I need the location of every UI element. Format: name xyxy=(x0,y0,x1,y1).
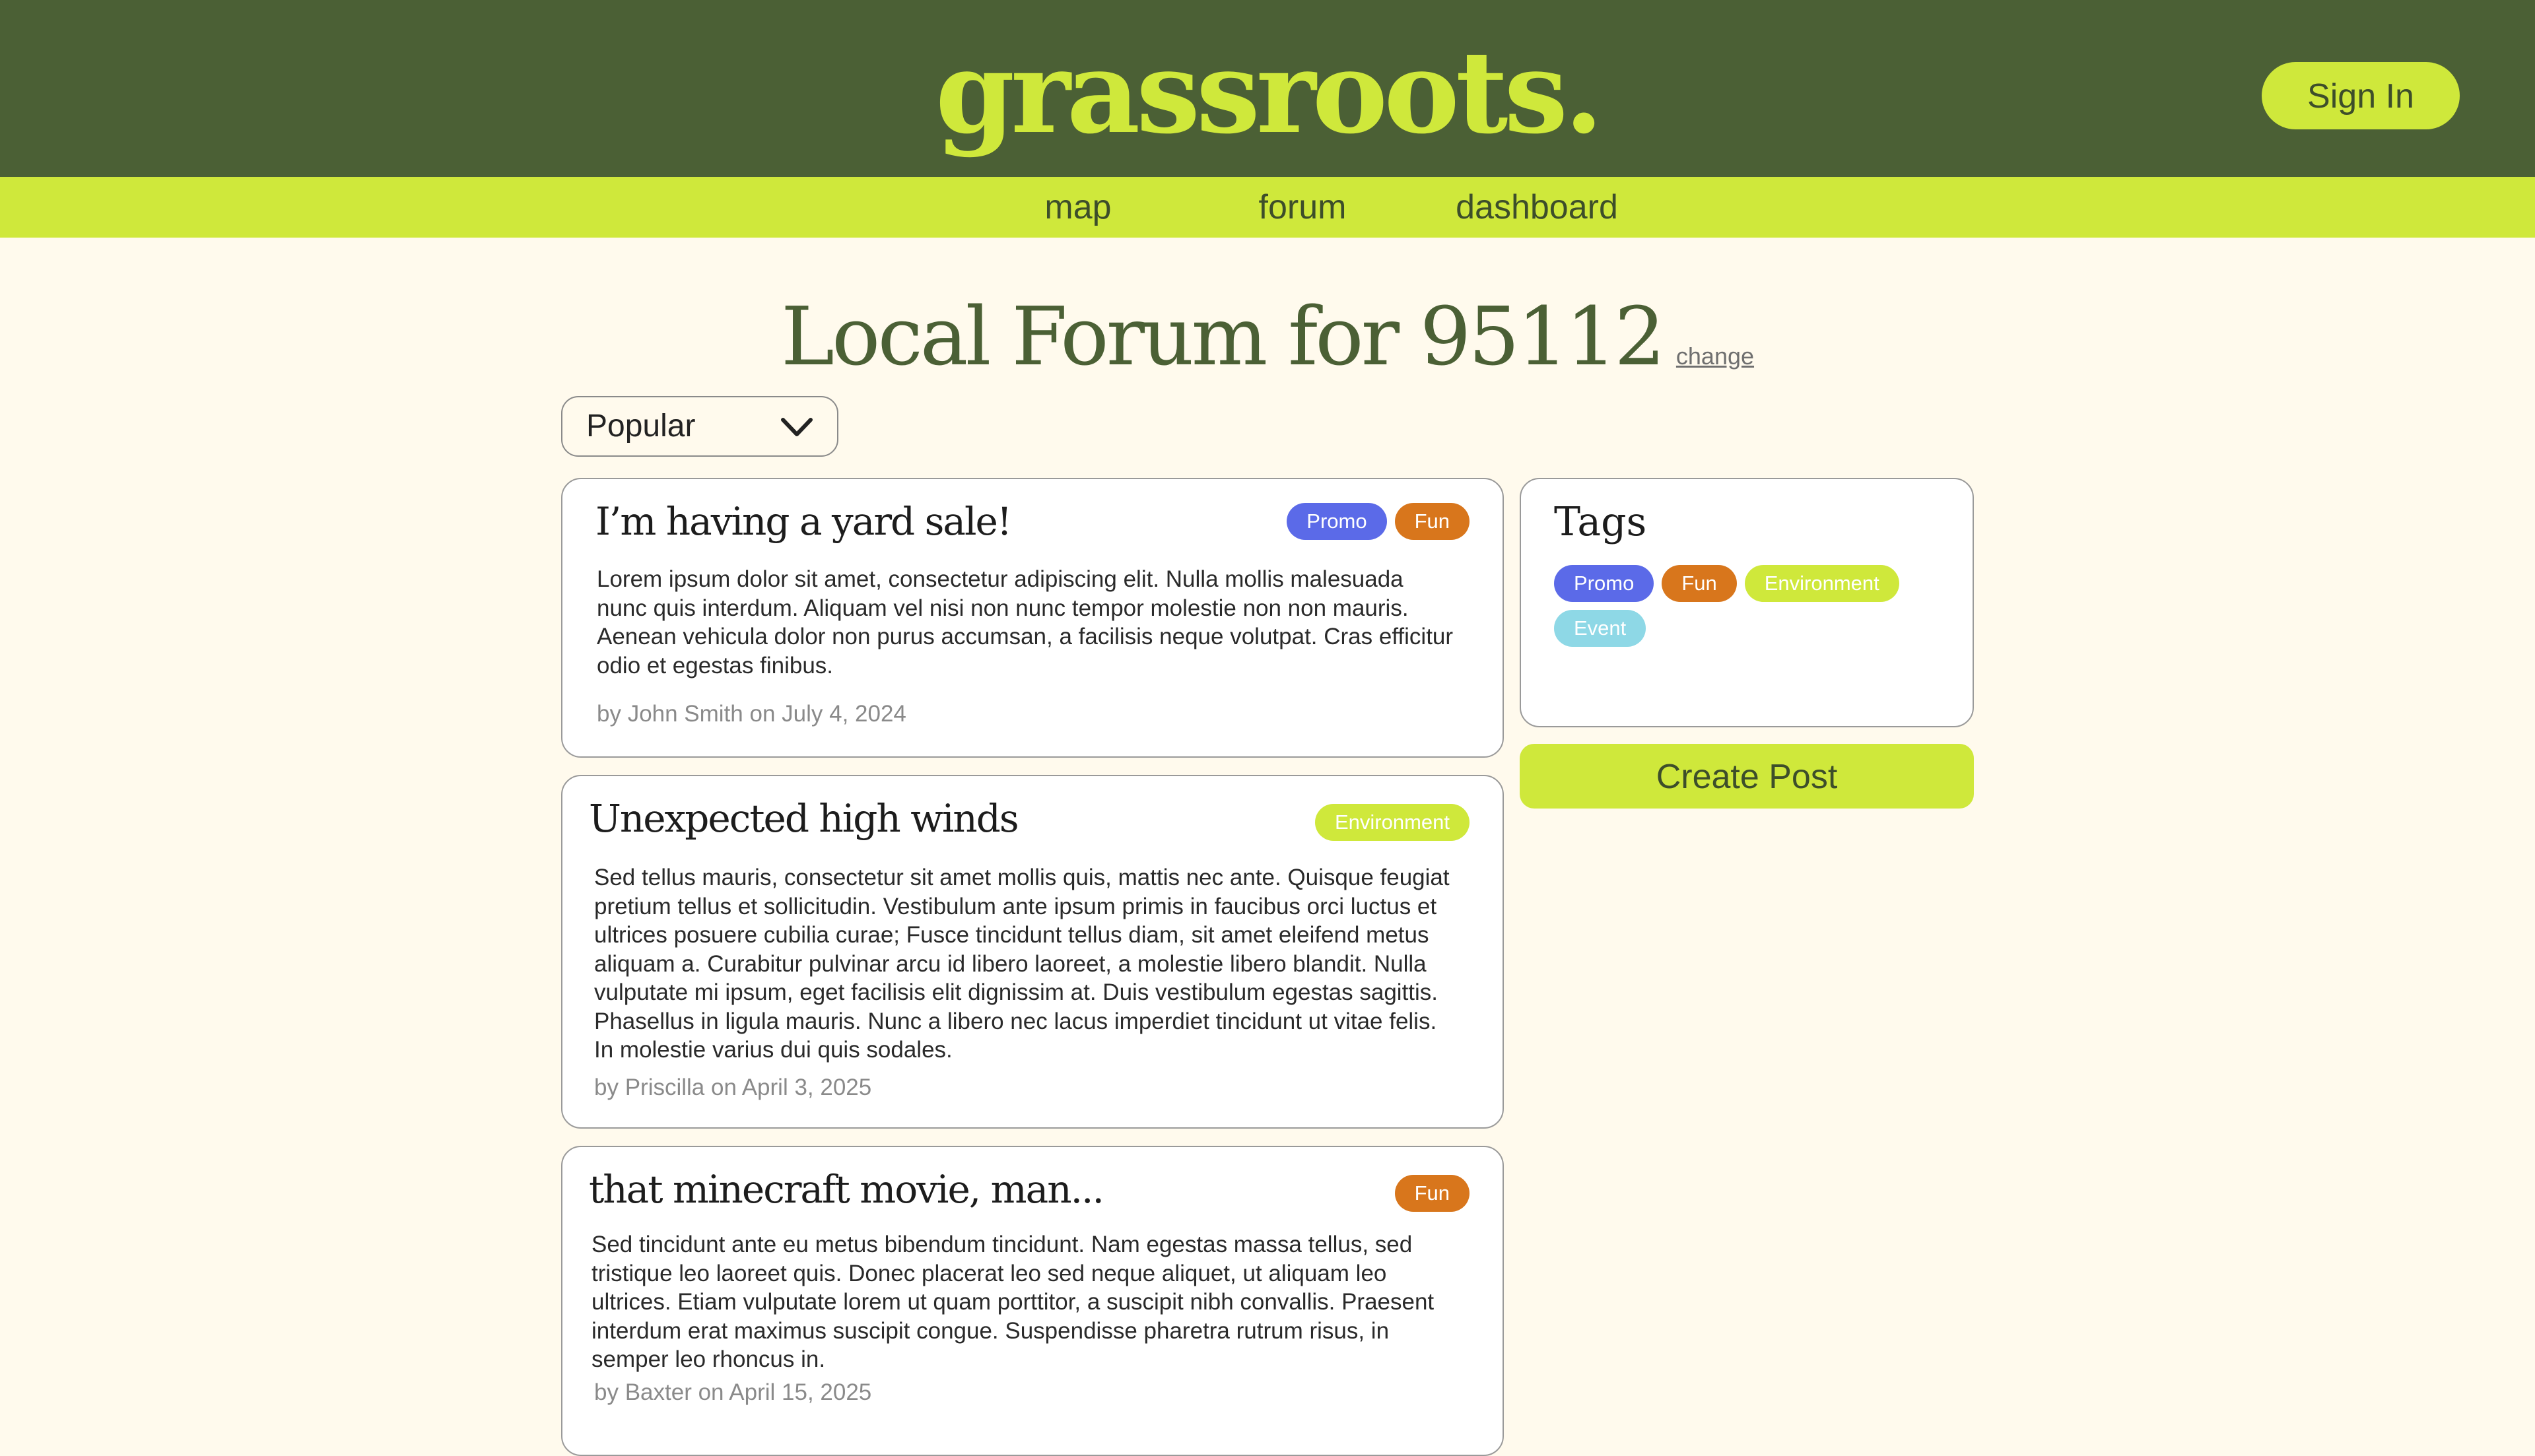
post-card[interactable]: Unexpected high winds Environment Sed te… xyxy=(561,775,1504,1129)
sort-selected-value: Popular xyxy=(586,409,696,444)
tag-environment[interactable]: Environment xyxy=(1744,565,1899,602)
post-tags: Fun xyxy=(1394,1175,1470,1212)
chevron-down-icon xyxy=(781,418,813,436)
logo[interactable]: grassroots. xyxy=(0,26,2535,158)
create-post-button[interactable]: Create Post xyxy=(1520,744,1974,809)
tag-fun[interactable]: Fun xyxy=(1394,1175,1470,1212)
nav-item-forum[interactable]: forum xyxy=(1234,177,1370,238)
post-body: Lorem ipsum dolor sit amet, consectetur … xyxy=(597,566,1454,678)
tags-list: Promo Fun Environment Event xyxy=(1554,565,1950,647)
tag-promo[interactable]: Promo xyxy=(1554,565,1654,602)
tag-environment[interactable]: Environment xyxy=(1314,804,1470,841)
sort-dropdown[interactable]: Popular xyxy=(561,396,838,457)
page-title-row: Local Forum for 95112 change xyxy=(0,284,2535,409)
post-meta: by Priscilla on April 3, 2025 xyxy=(594,1075,872,1100)
change-zip-link[interactable]: change xyxy=(1676,343,1754,370)
tag-fun[interactable]: Fun xyxy=(1662,565,1737,602)
tags-panel-title: Tags xyxy=(1554,499,1647,545)
post-body: Sed tincidunt ante eu metus bibendum tin… xyxy=(592,1232,1435,1372)
post-title[interactable]: I’m having a yard sale! xyxy=(595,499,1012,544)
tag-event[interactable]: Event xyxy=(1554,610,1646,647)
page-title: Local Forum for 95112 xyxy=(780,290,1666,383)
post-tags: Environment xyxy=(1314,804,1470,841)
sign-in-button[interactable]: Sign In xyxy=(2262,62,2460,129)
post-body: Sed tellus mauris, consectetur sit amet … xyxy=(594,865,1450,1063)
tag-fun[interactable]: Fun xyxy=(1394,503,1470,540)
tags-panel: Tags Promo Fun Environment Event xyxy=(1520,478,1974,727)
nav-bar: map forum dashboard xyxy=(0,177,2535,238)
post-tags: Promo Fun xyxy=(1287,503,1470,540)
post-card[interactable]: that minecraft movie, man... Fun Sed tin… xyxy=(561,1146,1504,1456)
post-meta: by Baxter on April 15, 2025 xyxy=(594,1379,872,1405)
post-title[interactable]: that minecraft movie, man... xyxy=(589,1167,1104,1212)
header-bar: grassroots. Sign In xyxy=(0,0,2535,177)
post-meta: by John Smith on July 4, 2024 xyxy=(597,701,906,727)
post-card[interactable]: I’m having a yard sale! Promo Fun Lorem … xyxy=(561,478,1504,758)
post-title[interactable]: Unexpected high winds xyxy=(589,796,1019,841)
nav-item-map[interactable]: map xyxy=(1010,177,1146,238)
tag-promo[interactable]: Promo xyxy=(1287,503,1387,540)
nav-item-dashboard[interactable]: dashboard xyxy=(1439,177,1635,238)
